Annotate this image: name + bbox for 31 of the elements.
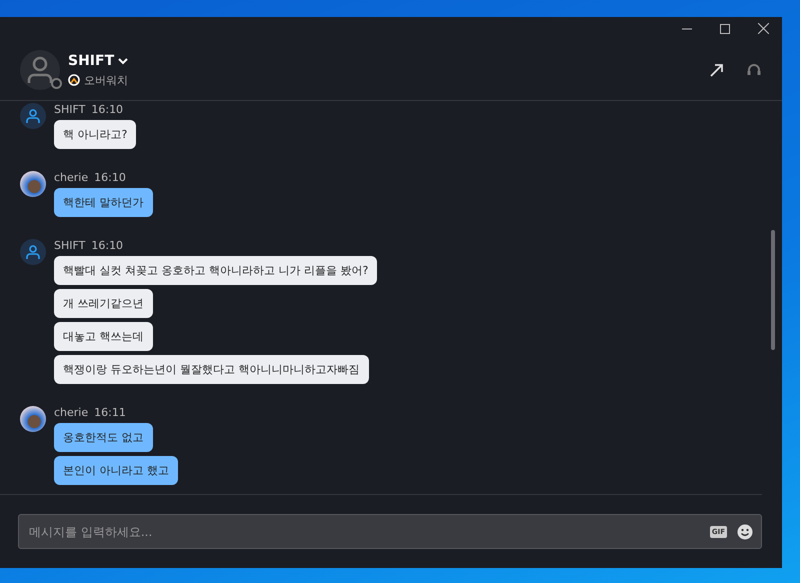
message-bubble: 개 쓰레기같으년 — [54, 289, 152, 318]
message-bubble: 핵쟁이랑 듀오하는년이 뭘잘했다고 핵아니니마니하고자빠짐 — [54, 355, 368, 384]
chevron-down-icon — [118, 56, 128, 64]
author-name: cherie — [54, 171, 88, 184]
scrollbar[interactable] — [771, 230, 775, 350]
author-name: SHIFT — [54, 103, 86, 116]
headset-button[interactable] — [746, 62, 762, 78]
popout-button[interactable] — [710, 63, 724, 77]
message-time: 16:10 — [91, 103, 124, 116]
game-name: 오버워치 — [84, 72, 128, 88]
maximize-icon — [720, 24, 730, 34]
message-time: 16:10 — [94, 171, 126, 184]
message-time: 16:11 — [94, 406, 126, 419]
message-bubble: 대놓고 핵쓰는데 — [54, 322, 152, 351]
author-name: SHIFT — [54, 239, 86, 252]
close-icon — [758, 23, 768, 34]
message-bubble: 옹호한적도 없고 — [54, 423, 152, 452]
message-bubble: 본인이 아니라고 했고 — [54, 456, 178, 485]
username-dropdown[interactable]: SHIFT — [68, 52, 128, 68]
user-icon — [25, 244, 41, 260]
emoji-button[interactable] — [737, 524, 753, 540]
avatar-photo — [20, 406, 46, 432]
user-icon — [25, 108, 41, 124]
message-time: 16:10 — [91, 239, 124, 252]
message-bubble: 핵빨대 실컷 쳐꽂고 옹호하고 핵아니라하고 니가 리플을 봤어? — [54, 256, 378, 285]
message-bubble: 핵한테 말하던가 — [54, 188, 152, 217]
avatar-photo — [20, 171, 46, 197]
user-icon — [27, 56, 53, 84]
message-bubble: 핵 아니라고? — [54, 120, 136, 149]
game-logo-icon — [68, 74, 80, 86]
author-name: cherie — [54, 406, 88, 419]
